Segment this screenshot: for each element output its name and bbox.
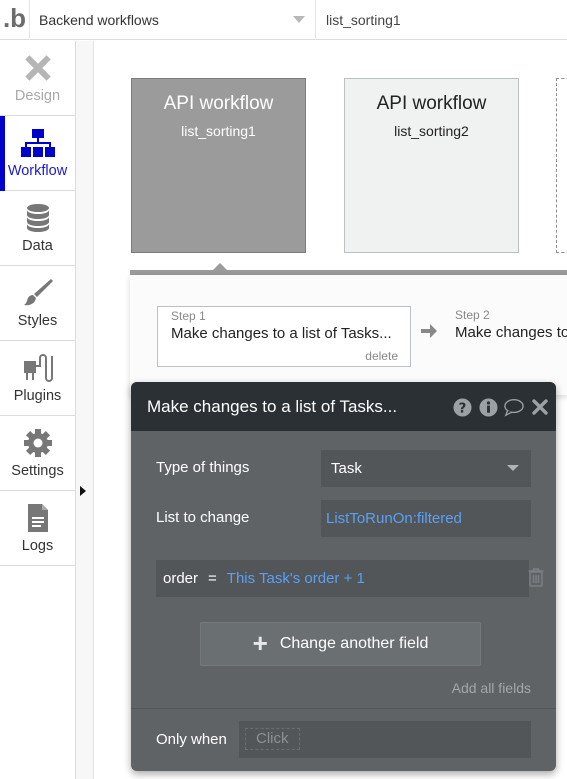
workflow-icon <box>20 128 55 158</box>
field-name: order <box>163 570 199 587</box>
divider <box>131 708 556 709</box>
change-another-field-label: Change another field <box>279 635 429 652</box>
step-2-box[interactable]: Step 2 Make changes to <box>455 308 567 344</box>
sidebar-item-workflow[interactable]: Workflow <box>0 116 75 191</box>
gear-icon <box>21 428 55 458</box>
database-icon <box>21 203 55 233</box>
step-number: Step 1 <box>171 309 206 323</box>
close-icon[interactable] <box>530 397 550 417</box>
field-operator: = <box>208 570 217 587</box>
workflow-card-name: list_sorting2 <box>394 123 469 139</box>
sidebar-item-logs[interactable]: Logs <box>0 491 75 566</box>
workflow-card-title: API workflow <box>376 93 487 114</box>
brush-icon <box>21 278 55 308</box>
document-icon <box>21 503 55 533</box>
help-icon[interactable]: ? <box>452 397 472 417</box>
workflow-card-selected[interactable]: API workflow list_sorting1 <box>131 78 306 253</box>
steps-area: Step 1 Make changes to a list of Tasks..… <box>130 275 567 395</box>
plug-icon <box>21 353 55 383</box>
chevron-down-icon <box>507 465 519 471</box>
sidebar-item-styles[interactable]: Styles <box>0 266 75 341</box>
page-selector-dropdown[interactable]: Backend workflows <box>30 0 316 40</box>
plus-icon: + <box>252 627 268 658</box>
editor-title: Make changes to a list of Tasks... <box>147 396 398 416</box>
design-icon <box>21 53 55 83</box>
info-icon[interactable] <box>478 397 498 417</box>
app-logo[interactable]: .b <box>0 0 30 40</box>
type-of-things-dropdown[interactable]: Task <box>321 450 531 487</box>
step-1-box[interactable]: Step 1 Make changes to a list of Tasks..… <box>157 306 411 367</box>
add-workflow-placeholder[interactable] <box>556 78 567 253</box>
step-title: Make changes to <box>455 324 567 341</box>
chevron-down-icon <box>293 16 305 23</box>
list-to-change-label: List to change <box>156 509 250 526</box>
arrow-right-icon <box>420 322 438 340</box>
field-expression[interactable]: This Task's order + 1 <box>227 570 365 587</box>
trash-icon[interactable] <box>528 568 546 588</box>
logo-letter: b <box>10 3 27 33</box>
sidebar-item-plugins[interactable]: Plugins <box>0 341 75 416</box>
add-all-fields-link[interactable]: Add all fields <box>452 680 531 696</box>
action-editor-panel: Make changes to a list of Tasks... ? Typ… <box>131 382 556 771</box>
sidebar-item-label: Plugins <box>13 388 62 404</box>
step-number: Step 2 <box>455 308 490 322</box>
step-title: Make changes to a list of Tasks... <box>171 325 392 342</box>
list-to-change-field[interactable]: ListToRunOn:filtered <box>321 500 531 537</box>
comment-icon[interactable] <box>504 397 524 417</box>
sidebar: Design Workflow Data Styles Plugins Sett… <box>0 41 76 779</box>
expand-panel-arrow-icon[interactable] <box>80 486 86 496</box>
sidebar-item-label: Settings <box>11 463 64 479</box>
type-of-things-value: Task <box>331 460 362 477</box>
change-another-field-button[interactable]: + Change another field <box>200 622 481 666</box>
top-bar: .b Backend workflows list_sorting1 <box>0 0 567 40</box>
page-selector-value: Backend workflows <box>39 12 159 28</box>
sidebar-item-label: Design <box>14 88 61 104</box>
editor-header-icons: ? <box>452 397 550 417</box>
palette-strip <box>76 41 94 779</box>
workflow-card[interactable]: API workflow list_sorting2 <box>344 78 519 253</box>
list-to-change-expression: ListToRunOn:filtered <box>326 510 462 527</box>
sidebar-item-label: Workflow <box>7 163 68 179</box>
workflow-card-name: list_sorting1 <box>181 123 256 139</box>
sidebar-item-data[interactable]: Data <box>0 191 75 266</box>
type-of-things-label: Type of things <box>156 459 250 476</box>
sidebar-item-settings[interactable]: Settings <box>0 416 75 491</box>
svg-text:?: ? <box>458 401 466 416</box>
sidebar-item-label: Data <box>22 238 53 254</box>
delete-step-link[interactable]: delete <box>365 349 398 363</box>
sidebar-item-design[interactable]: Design <box>0 41 75 116</box>
only-when-field[interactable]: Click <box>239 721 531 758</box>
current-workflow-name: list_sorting1 <box>326 12 401 28</box>
only-when-label: Only when <box>156 731 227 748</box>
field-change-row[interactable]: order = This Task's order + 1 <box>156 560 529 597</box>
editor-header[interactable]: Make changes to a list of Tasks... ? <box>131 382 556 431</box>
workflow-card-title: API workflow <box>163 93 274 114</box>
only-when-placeholder[interactable]: Click <box>245 728 300 750</box>
sidebar-item-label: Styles <box>17 313 58 329</box>
sidebar-item-label: Logs <box>21 538 54 554</box>
